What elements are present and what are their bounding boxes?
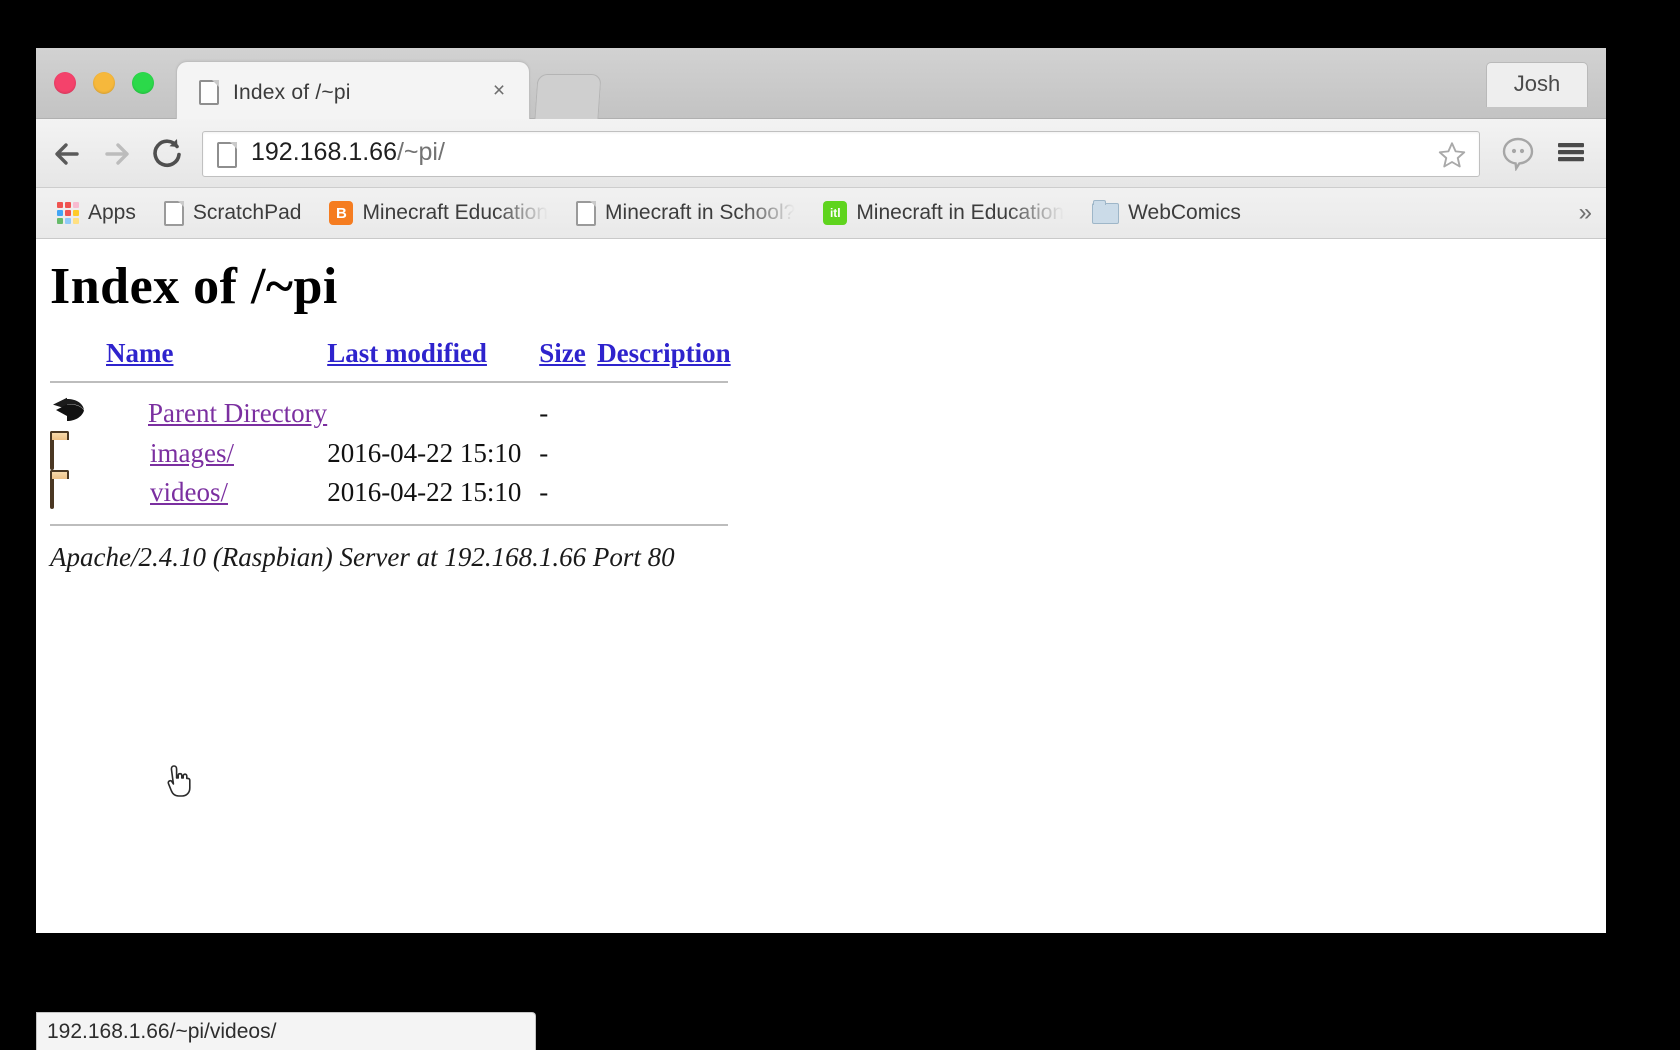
bookmark-label: Apps — [88, 201, 136, 224]
bookmark-apps[interactable]: Apps — [46, 197, 147, 229]
table-row[interactable]: Parent Directory - — [50, 393, 757, 434]
footer-divider — [50, 524, 728, 526]
column-description: Description — [597, 338, 757, 375]
reload-icon — [153, 139, 181, 168]
sort-by-size-link[interactable]: Size — [539, 338, 586, 368]
row-size-cell: - — [539, 398, 549, 428]
parent-directory-link[interactable]: Parent Directory — [148, 398, 327, 428]
back-button[interactable] — [46, 133, 88, 175]
reload-button[interactable] — [146, 133, 188, 175]
green-site-icon: itl — [823, 201, 848, 225]
new-tab-button[interactable] — [534, 74, 602, 119]
directory-index-table: Name Last modified Size Description Pare… — [50, 338, 757, 526]
bookmark-label: WebComics — [1128, 201, 1241, 224]
close-tab-icon[interactable]: × — [489, 80, 509, 101]
directory-link-images[interactable]: images/ — [150, 438, 234, 468]
document-icon — [163, 200, 184, 226]
page-title: Index of /~pi — [50, 258, 338, 315]
bookmark-scratchpad[interactable]: ScratchPad — [153, 197, 313, 230]
table-header-row: Name Last modified Size Description — [50, 338, 757, 375]
url-host: 192.168.1.66 — [251, 138, 397, 166]
status-url-text: 192.168.1.66/~pi/videos/ — [47, 1019, 277, 1043]
browser-window: Index of /~pi × Josh 192.168.1.66/~pi/ A… — [36, 48, 1606, 933]
bookmark-star-icon[interactable] — [1437, 140, 1467, 170]
bookmark-minecraft-education[interactable]: B Minecraft Education — [318, 197, 559, 229]
row-description-cell — [597, 434, 757, 473]
close-window-button[interactable] — [54, 72, 76, 94]
address-bar-url: 192.168.1.66/~pi/ — [251, 138, 445, 167]
footer-rule-row — [50, 512, 757, 526]
folder-icon — [50, 436, 54, 470]
sort-by-name-link[interactable]: Name — [106, 338, 173, 368]
table-row[interactable]: videos/ 2016-04-22 15:10 - — [50, 473, 757, 512]
maximize-window-button[interactable] — [132, 72, 154, 94]
header-rule-row — [50, 375, 757, 393]
bookmark-label: Minecraft in School? — [605, 201, 796, 224]
hamburger-menu-icon[interactable] — [1554, 135, 1588, 169]
directory-link-videos[interactable]: videos/ — [150, 477, 228, 507]
page-favicon-icon — [199, 80, 219, 105]
arrow-left-icon — [55, 143, 79, 165]
bookmark-webcomics[interactable]: WebComics — [1081, 197, 1252, 229]
table-row[interactable]: images/ 2016-04-22 15:10 - — [50, 434, 757, 473]
bookmark-label: Minecraft Education — [362, 201, 549, 224]
bookmark-label: Minecraft in Education — [856, 201, 1065, 224]
minimize-window-button[interactable] — [93, 72, 115, 94]
server-signature: Apache/2.4.10 (Raspbian) Server at 192.1… — [50, 542, 675, 572]
status-bubble: 192.168.1.66/~pi/videos/ — [36, 1012, 536, 1050]
browser-toolbar: 192.168.1.66/~pi/ — [36, 119, 1606, 188]
bookmarks-overflow-chevron-icon[interactable]: » — [1579, 199, 1592, 227]
arrow-right-icon — [105, 143, 129, 165]
folder-icon — [50, 475, 54, 509]
window-controls — [54, 72, 154, 94]
row-icon-cell — [50, 393, 106, 434]
url-path: /~pi/ — [396, 138, 445, 166]
column-icon — [50, 338, 106, 375]
row-modified-cell: 2016-04-22 15:10 — [327, 438, 522, 468]
apps-grid-icon — [57, 202, 79, 224]
row-name-cell: Parent Directory — [106, 393, 327, 434]
bookmark-minecraft-in-education[interactable]: itl Minecraft in Education — [812, 197, 1075, 229]
document-icon — [576, 200, 597, 226]
sort-by-description-link[interactable]: Description — [597, 338, 730, 368]
row-modified-cell — [327, 393, 539, 434]
mouse-cursor-pointer-icon — [166, 764, 192, 798]
back-arrow-icon — [50, 397, 86, 429]
sort-by-date-link[interactable]: Last modified — [327, 338, 487, 368]
row-size-cell: - — [539, 438, 549, 468]
page-viewport: Index of /~pi Name Last modified Size De… — [36, 239, 1606, 933]
address-bar[interactable]: 192.168.1.66/~pi/ — [202, 131, 1480, 177]
column-size: Size — [539, 338, 597, 375]
tab-strip: Index of /~pi × Josh — [36, 48, 1606, 119]
tab-index-of-pi[interactable]: Index of /~pi × — [176, 61, 530, 119]
header-divider — [50, 381, 728, 383]
site-document-icon — [217, 142, 237, 168]
hangouts-icon[interactable] — [1500, 135, 1536, 172]
blogger-b-icon: B — [329, 201, 354, 225]
column-name: Name — [106, 338, 327, 375]
column-last-modified: Last modified — [327, 338, 539, 375]
screen-root: Index of /~pi × Josh 192.168.1.66/~pi/ A… — [0, 0, 1680, 1050]
row-icon-cell — [50, 473, 106, 512]
bookmark-label: ScratchPad — [192, 201, 302, 224]
bookmark-minecraft-in-school[interactable]: Minecraft in School? — [565, 197, 806, 230]
row-icon-cell — [50, 434, 106, 473]
folder-icon — [1092, 199, 1120, 224]
forward-button[interactable] — [96, 133, 138, 175]
row-description-cell — [597, 393, 757, 434]
row-name-cell: images/ — [106, 434, 327, 473]
row-size-cell: - — [539, 477, 549, 507]
bookmarks-bar: Apps ScratchPad B Minecraft Education Mi… — [36, 188, 1606, 239]
row-description-cell — [597, 473, 757, 512]
row-modified-cell: 2016-04-22 15:10 — [327, 477, 522, 507]
tab-title: Index of /~pi — [233, 81, 351, 104]
profile-button[interactable]: Josh — [1486, 62, 1588, 107]
row-name-cell: videos/ — [106, 473, 327, 512]
